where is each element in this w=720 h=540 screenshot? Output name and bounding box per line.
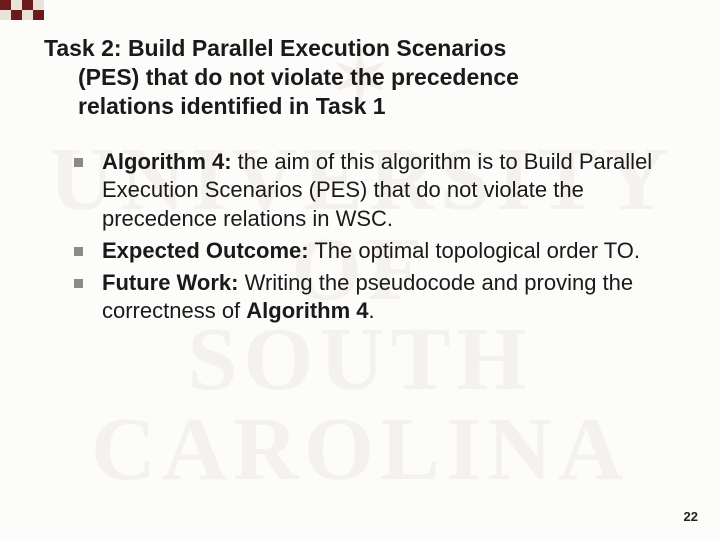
bullet-list: Algorithm 4: the aim of this algorithm i… bbox=[74, 148, 682, 325]
list-item: Future Work: Writing the pseudocode and … bbox=[74, 269, 682, 325]
list-item: Expected Outcome: The optimal topologica… bbox=[74, 237, 682, 265]
bullet-text-b: . bbox=[369, 298, 375, 323]
bullet-bold-tail: Algorithm 4 bbox=[246, 298, 368, 323]
bullet-label: Future Work: bbox=[102, 270, 238, 295]
slide: Task 2: Build Parallel Execution Scenari… bbox=[0, 0, 720, 540]
bullet-label: Expected Outcome: bbox=[102, 238, 309, 263]
slide-title: Task 2: Build Parallel Execution Scenari… bbox=[38, 34, 682, 120]
list-item: Algorithm 4: the aim of this algorithm i… bbox=[74, 148, 682, 232]
bullet-label: Algorithm 4: bbox=[102, 149, 232, 174]
title-line-3: relations identified in Task 1 bbox=[44, 92, 682, 121]
title-line-1: Task 2: Build Parallel Execution Scenari… bbox=[44, 35, 506, 61]
bullet-text: The optimal topological order TO. bbox=[309, 238, 640, 263]
page-number: 22 bbox=[684, 509, 698, 524]
title-line-2: (PES) that do not violate the precedence bbox=[44, 63, 682, 92]
